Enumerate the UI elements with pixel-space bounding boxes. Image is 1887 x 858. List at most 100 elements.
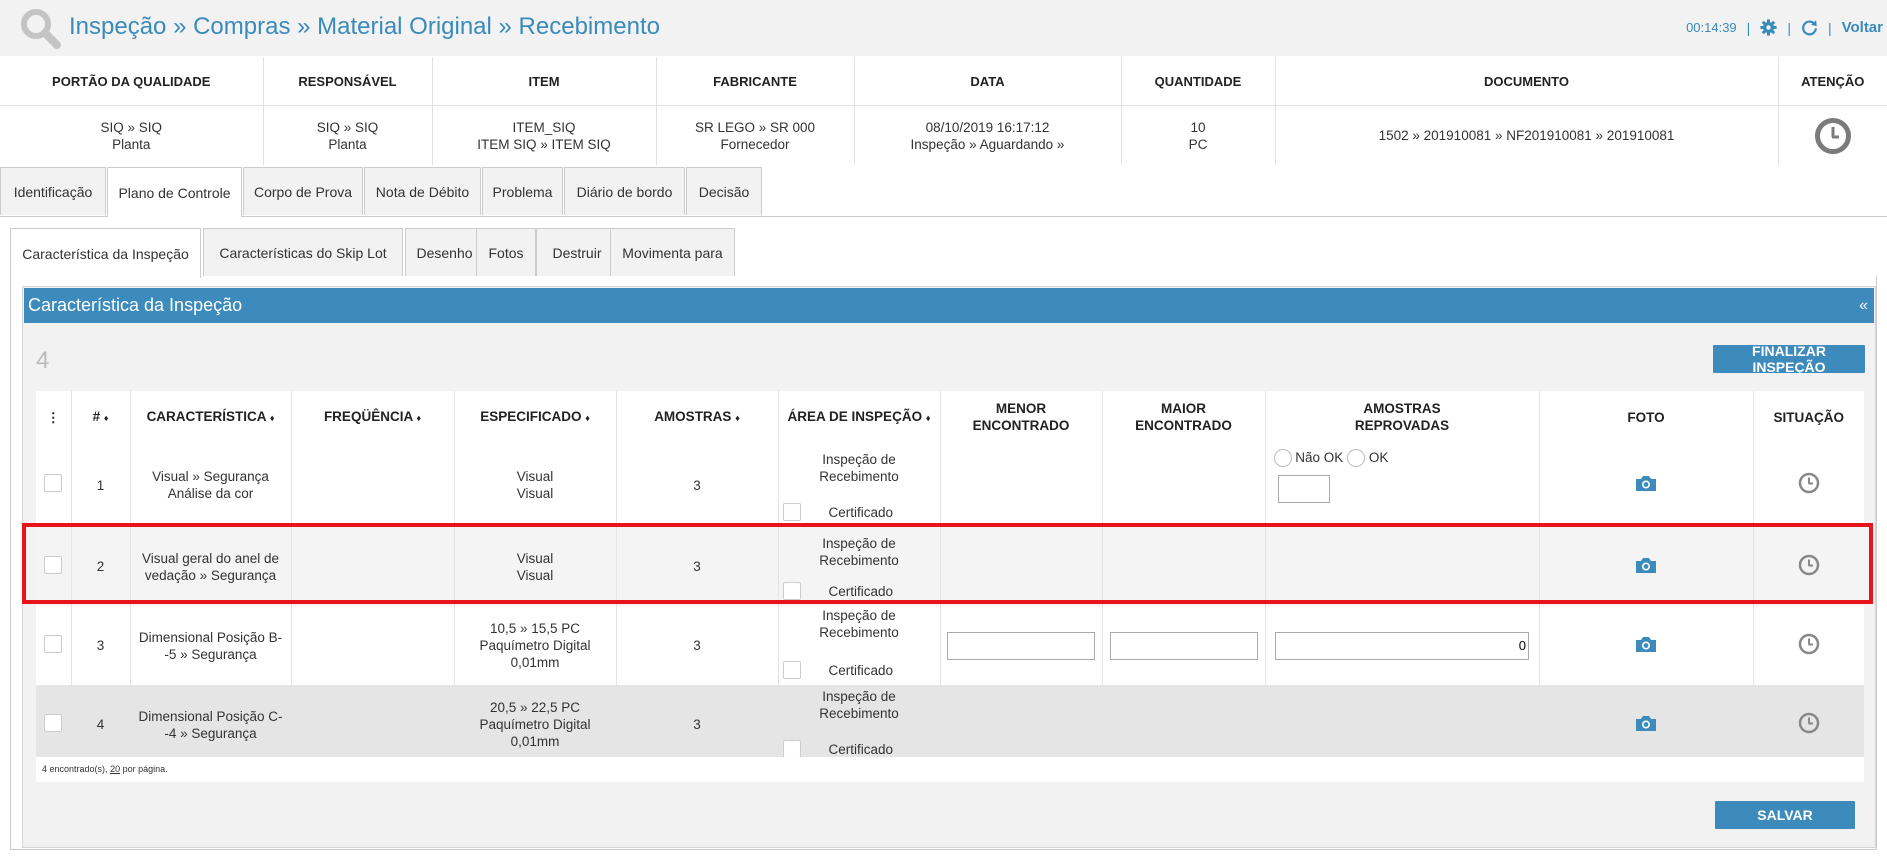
subtab-desenho[interactable]: Desenho xyxy=(405,228,484,276)
col-header-quantidade: QUANTIDADE xyxy=(1121,57,1276,106)
row-situacao xyxy=(1753,685,1864,764)
certificado-checkbox[interactable] xyxy=(782,740,801,758)
table-row: 4 Dimensional Posição C- -4 » Segurança 2… xyxy=(36,685,1864,764)
sort-icon: ♦ xyxy=(269,412,275,423)
save-button[interactable]: SALVAR xyxy=(1715,801,1855,829)
radio-ok[interactable] xyxy=(1347,449,1366,468)
row-menor xyxy=(940,606,1103,685)
table-row: 2 Visual geral do anel de vedação » Segur… xyxy=(36,527,1864,606)
row-especificado: Visual Visual xyxy=(454,443,617,527)
subtab-destruir[interactable]: Destruir xyxy=(536,228,618,276)
collapse-toggle[interactable]: « xyxy=(1859,288,1868,323)
back-link[interactable]: Voltar xyxy=(1842,19,1883,36)
row-situacao xyxy=(1753,527,1864,606)
row-especificado: 20,5 » 22,5 PC Paquímetro Digital 0,01mm xyxy=(454,685,617,764)
separator: | xyxy=(1787,19,1791,36)
table-header-row: ⋮ # ♦ CARACTERÍSTICA ♦ FREQÜÊNCIA ♦ ESPE… xyxy=(36,391,1864,443)
subtab-fotos[interactable]: Fotos xyxy=(476,228,536,276)
row-menor xyxy=(940,527,1103,606)
certificado-checkbox[interactable] xyxy=(782,582,801,600)
col-header-situacao: SITUAÇÃO xyxy=(1753,391,1864,443)
row-maior xyxy=(1102,685,1266,764)
finish-inspection-button[interactable]: FINALIZAR INSPEÇÃO xyxy=(1713,343,1865,375)
gear-icon[interactable] xyxy=(1760,19,1777,36)
camera-icon[interactable] xyxy=(1635,714,1657,732)
col-header-fabricante: FABRICANTE xyxy=(656,57,855,106)
subtab-movimenta-para[interactable]: Movimenta para xyxy=(610,228,735,276)
col-header-data: DATA xyxy=(854,57,1122,106)
column-menu-icon[interactable]: ⋮ xyxy=(36,391,72,443)
row-checkbox[interactable] xyxy=(44,555,63,574)
tab-identificacao[interactable]: Identificação xyxy=(0,167,106,215)
reprovadas-input[interactable] xyxy=(1277,475,1330,504)
pagination-info: 4 encontrado(s), 20 por página. xyxy=(42,764,168,774)
certificado-label: Certificado xyxy=(828,662,894,678)
portao-value: SIQ » SIQ Planta xyxy=(0,105,264,165)
col-header-num[interactable]: # ♦ xyxy=(71,391,131,443)
tab-corpo-de-prova[interactable]: Corpo de Prova xyxy=(243,167,363,215)
tab-diario-de-bordo[interactable]: Diário de bordo xyxy=(564,167,685,215)
top-bar: Inspeção » Compras » Material Original »… xyxy=(0,0,1887,56)
camera-icon[interactable] xyxy=(1635,556,1657,574)
radio-ok-label: OK xyxy=(1368,450,1389,465)
certificado-label: Certificado xyxy=(828,741,894,757)
clock-icon xyxy=(1798,472,1819,494)
row-foto xyxy=(1539,606,1754,685)
refresh-icon[interactable] xyxy=(1801,19,1818,36)
tab-problema[interactable]: Problema xyxy=(482,167,563,215)
radio-nao-ok[interactable] xyxy=(1273,449,1292,468)
tab-plano-de-controle[interactable]: Plano de Controle xyxy=(107,167,242,217)
row-caracteristica: Dimensional Posição B- -5 » Segurança xyxy=(130,606,292,685)
sort-icon: ♦ xyxy=(103,412,109,423)
camera-icon[interactable] xyxy=(1635,474,1657,492)
top-actions: 00:14:39 | | | Voltar xyxy=(1686,19,1883,36)
col-header-reprovadas: AMOSTRAS REPROVADAS xyxy=(1265,391,1540,443)
atencao-value xyxy=(1778,106,1887,166)
record-count: 4 xyxy=(36,347,50,374)
row-caracteristica: Visual geral do anel de vedação » Seguran… xyxy=(130,527,292,606)
row-menor xyxy=(940,685,1103,764)
col-header-frequencia[interactable]: FREQÜÊNCIA ♦ xyxy=(291,391,455,443)
col-header-especificado[interactable]: ESPECIFICADO ♦ xyxy=(454,391,617,443)
panel-header: Característica da Inspeção « xyxy=(24,288,1874,323)
col-header-caracteristica[interactable]: CARACTERÍSTICA ♦ xyxy=(130,391,292,443)
row-especificado: 10,5 » 15,5 PC Paquímetro Digital 0,01mm xyxy=(454,606,617,685)
col-header-menor: MENOR ENCONTRADO xyxy=(940,391,1103,443)
menor-encontrado-input[interactable] xyxy=(947,631,1095,660)
sort-icon: ♦ xyxy=(416,412,422,423)
row-maior xyxy=(1102,443,1266,527)
row-number: 2 xyxy=(71,527,131,606)
session-timer: 00:14:39 xyxy=(1686,20,1737,35)
row-frequencia xyxy=(291,443,455,527)
col-header-amostras[interactable]: AMOSTRAS ♦ xyxy=(616,391,779,443)
table-footer xyxy=(36,757,1864,782)
tab-nota-de-debito[interactable]: Nota de Débito xyxy=(364,167,481,215)
separator: | xyxy=(1746,19,1751,36)
per-page-link[interactable]: 20 xyxy=(110,764,120,774)
row-maior xyxy=(1102,606,1266,685)
row-foto xyxy=(1539,443,1754,527)
tab-decisao[interactable]: Decisão xyxy=(686,167,762,215)
clock-icon xyxy=(1814,117,1851,154)
subtab-skip-lot[interactable]: Características do Skip Lot xyxy=(203,228,403,276)
subtab-caracteristica-inspecao[interactable]: Característica da Inspeção xyxy=(10,228,201,278)
certificado-label: Certificado xyxy=(828,583,894,599)
col-header-documento: DOCUMENTO xyxy=(1275,57,1779,106)
row-amostras: 3 xyxy=(616,606,779,685)
row-amostras: 3 xyxy=(616,527,779,606)
col-header-area[interactable]: ÁREA DE INSPEÇÃO ♦ xyxy=(778,391,941,443)
certificado-checkbox[interactable] xyxy=(782,661,801,679)
row-area-inspecao: Inspeção de Recebimento Certificado xyxy=(778,443,941,527)
row-checkbox[interactable] xyxy=(44,713,63,732)
certificado-checkbox[interactable] xyxy=(782,503,801,521)
clock-icon xyxy=(1798,712,1819,733)
maior-encontrado-input[interactable] xyxy=(1109,631,1258,660)
row-reprovadas xyxy=(1265,527,1540,606)
row-checkbox[interactable] xyxy=(44,634,63,653)
row-checkbox[interactable] xyxy=(44,474,63,492)
page-title: Inspeção » Compras » Material Original »… xyxy=(69,13,660,40)
camera-icon[interactable] xyxy=(1635,635,1657,653)
radio-nao-ok-label: Não OK xyxy=(1295,450,1344,465)
reprovadas-input[interactable] xyxy=(1275,631,1529,660)
item-value: ITEM_SIQ ITEM SIQ » ITEM SIQ xyxy=(432,105,657,165)
